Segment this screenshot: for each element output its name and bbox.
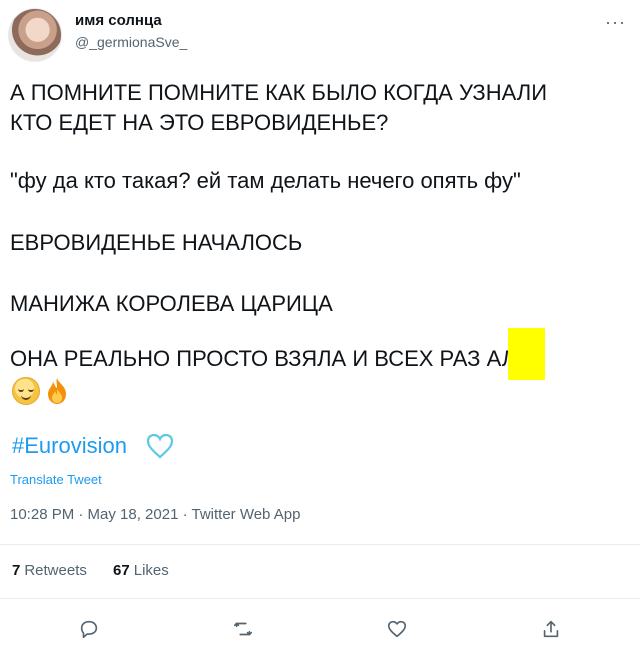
more-icon[interactable]: ··· <box>605 12 626 33</box>
fire-emoji <box>44 377 70 404</box>
likes-count[interactable]: 67 <box>113 562 130 579</box>
translate-tweet-link[interactable]: Translate Tweet <box>10 472 102 487</box>
eurovision-heart-icon <box>146 433 174 459</box>
tweet-card: имя солнца @_germionaSve_ ··· А ПОМНИТЕ … <box>0 0 640 658</box>
relieved-face-emoji <box>12 377 40 405</box>
display-name[interactable]: имя солнца <box>75 12 162 29</box>
tweet-text-line: А ПОМНИТЕ ПОМНИТЕ КАК БЫЛО КОГДА УЗНАЛИ <box>10 80 548 105</box>
divider <box>0 544 640 545</box>
retweets-label[interactable]: Retweets <box>24 562 87 579</box>
like-icon[interactable] <box>382 614 412 644</box>
likes-label[interactable]: Likes <box>134 562 169 579</box>
retweets-count[interactable]: 7 <box>12 562 20 579</box>
tweet-text-line: ОНА РЕАЛЬНО ПРОСТО ВЗЯЛА И ВСЕХ РАЗ АЛА <box>10 346 531 371</box>
hashtag-eurovision[interactable]: #Eurovision <box>12 433 127 459</box>
divider <box>0 598 640 599</box>
share-icon[interactable] <box>536 614 566 644</box>
tweet-text-line: КТО ЕДЕТ НА ЭТО ЕВРОВИДЕНЬЕ? <box>10 110 389 135</box>
yellow-redaction <box>508 328 545 380</box>
tweet-text-line: МАНИЖА КОРОЛЕВА ЦАРИЦА <box>10 291 333 316</box>
tweet-timestamp[interactable]: 10:28 PM · May 18, 2021 · Twitter Web Ap… <box>10 506 300 523</box>
retweet-icon[interactable] <box>228 614 258 644</box>
avatar[interactable] <box>8 8 62 62</box>
tweet-text-line: "фу да кто такая? ей там делать нечего о… <box>10 168 521 193</box>
user-handle[interactable]: @_germionaSve_ <box>75 34 187 50</box>
tweet-stats: 7 Retweets 67 Likes <box>12 562 169 579</box>
tweet-text-line: ЕВРОВИДЕНЬЕ НАЧАЛОСЬ <box>10 230 303 255</box>
reply-icon[interactable] <box>74 614 104 644</box>
